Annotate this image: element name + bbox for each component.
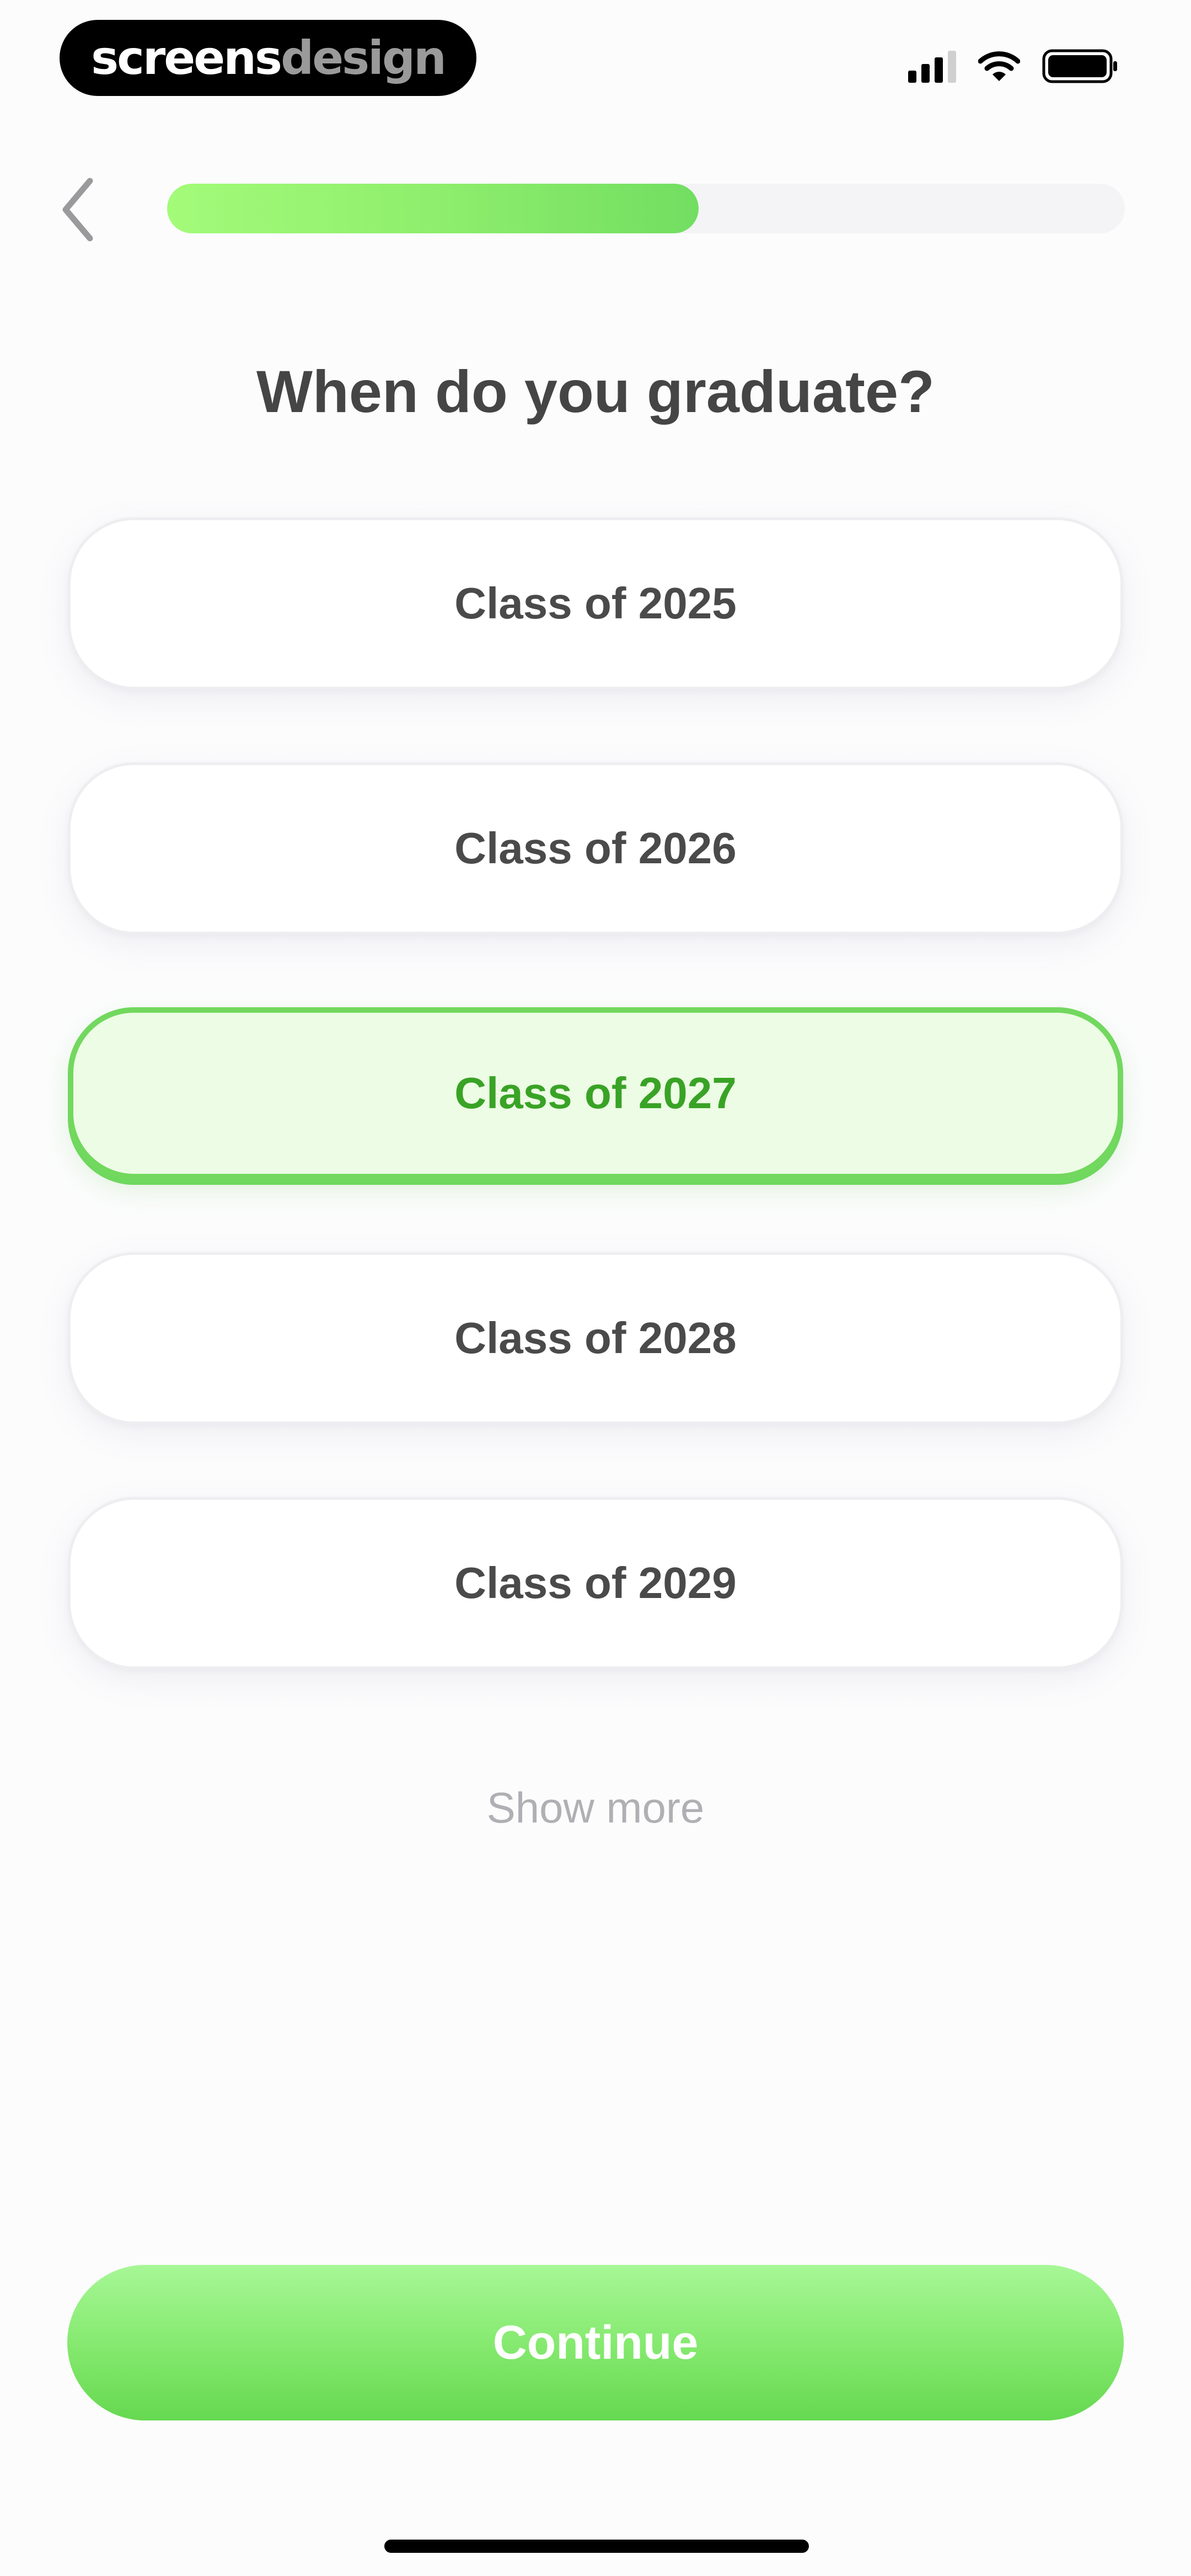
continue-label: Continue (492, 2316, 699, 2369)
progress-bar (167, 184, 1125, 233)
option-label: Class of 2026 (454, 824, 737, 873)
graduation-year-options: Class of 2025 Class of 2026 Class of 202… (68, 517, 1123, 1742)
question-title: When do you graduate? (256, 358, 935, 425)
brand-logo-part2: design (281, 31, 447, 85)
option-class-of-2028[interactable]: Class of 2028 (68, 1252, 1123, 1424)
option-class-of-2029[interactable]: Class of 2029 (68, 1497, 1123, 1669)
home-indicator (384, 2540, 809, 2553)
onboarding-screen: screens design When do you graduate? Cla… (0, 0, 1191, 2576)
option-label: Class of 2028 (454, 1313, 737, 1362)
option-class-of-2025[interactable]: Class of 2025 (68, 517, 1123, 690)
brand-logo: screens design (60, 20, 476, 96)
battery-icon (1042, 49, 1117, 83)
back-button[interactable] (50, 171, 105, 248)
continue-button[interactable]: Continue (67, 2265, 1124, 2420)
cellular-signal-icon (908, 50, 956, 83)
option-label: Class of 2029 (454, 1558, 737, 1607)
show-more-link[interactable]: Show more (0, 1777, 1191, 1838)
option-class-of-2027[interactable]: Class of 2027 (68, 1007, 1123, 1179)
wifi-icon (978, 51, 1020, 81)
option-label: Class of 2027 (454, 1068, 737, 1118)
option-label: Class of 2025 (454, 579, 737, 628)
status-bar-icons (908, 44, 1118, 88)
brand-logo-part1: screens (91, 31, 282, 85)
progress-bar-fill (167, 184, 699, 233)
option-class-of-2026[interactable]: Class of 2026 (68, 762, 1123, 934)
chevron-left-icon (62, 178, 93, 242)
